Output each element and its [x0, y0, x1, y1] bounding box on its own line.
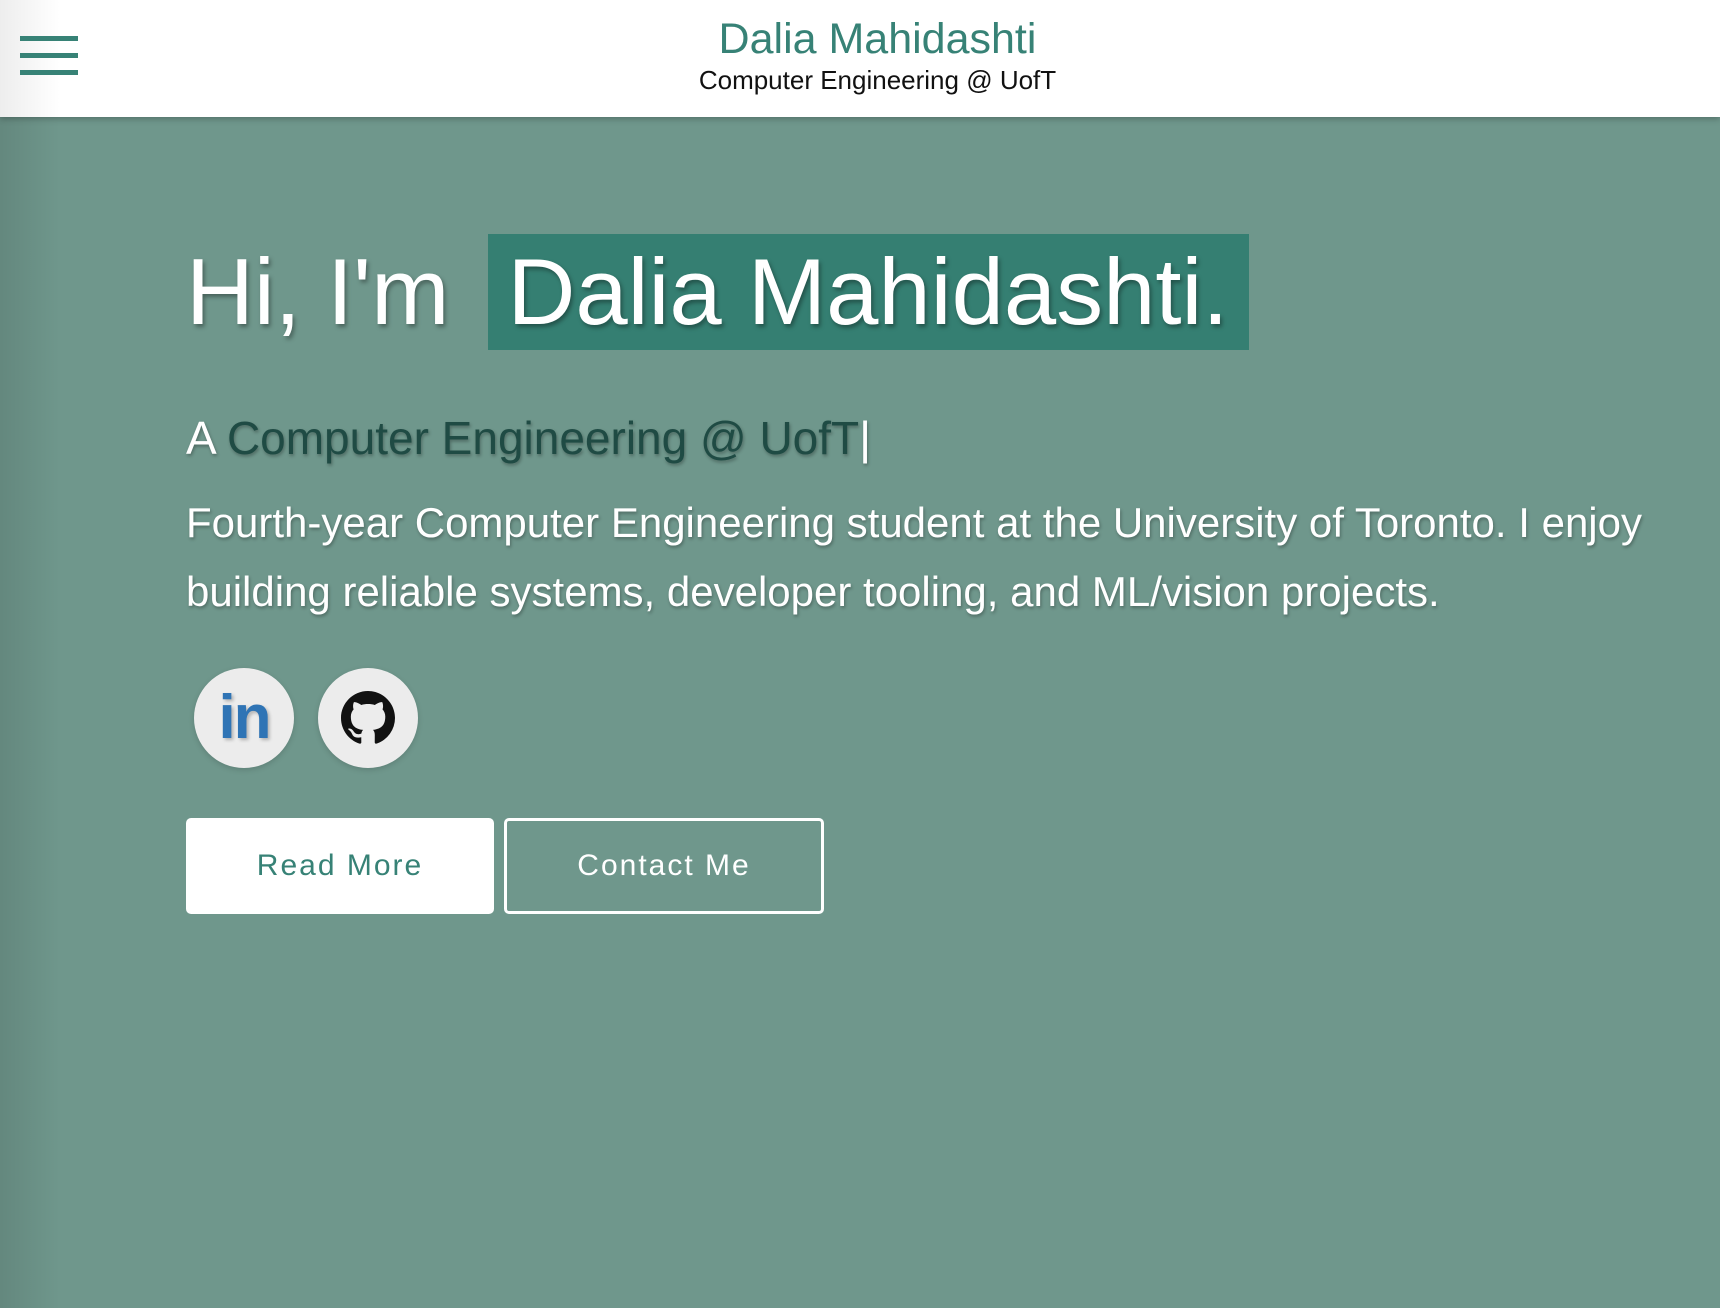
linkedin-link[interactable]: in [194, 668, 294, 768]
hero-name-highlight: Dalia Mahidashti. [487, 234, 1249, 350]
contact-me-button[interactable]: Contact Me [504, 818, 824, 914]
tagline-prefix: A [186, 412, 215, 464]
github-link[interactable] [318, 668, 418, 768]
read-more-button[interactable]: Read More [186, 818, 494, 914]
hero-tagline: A Computer Engineering @ UofT| [186, 408, 1686, 468]
hero-actions: Read More Contact Me [186, 818, 1686, 914]
site-subtitle: Computer Engineering @ UofT [698, 65, 1057, 95]
hero-greeting: Hi, I'm Dalia Mahidashti. [186, 234, 1686, 350]
hero-bio: Fourth-year Computer Engineering student… [186, 499, 1642, 615]
hero-section: Hi, I'm Dalia Mahidashti. A Computer Eng… [186, 234, 1686, 914]
tagline-typed-text: Computer Engineering @ UofT [226, 412, 860, 464]
github-icon [341, 691, 395, 744]
linkedin-icon: in [218, 683, 271, 752]
typing-cursor: | [859, 412, 872, 464]
social-links: in [186, 668, 1686, 768]
page-edge-shade [0, 0, 60, 1308]
site-title[interactable]: Dalia Mahidashti [0, 14, 1720, 64]
greeting-prefix: Hi, I'm [186, 239, 450, 344]
site-header: Dalia Mahidashti Computer Engineering @ … [0, 0, 1720, 117]
